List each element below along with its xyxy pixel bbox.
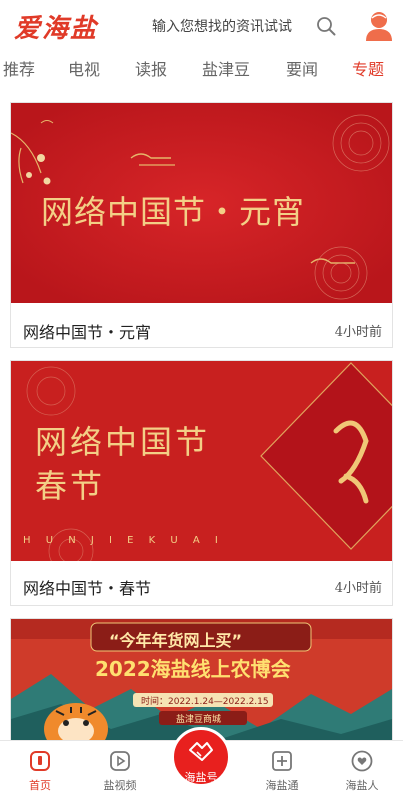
nav-label: 海盐人 — [345, 779, 379, 792]
plus-square-icon — [272, 751, 292, 771]
tab-newspaper[interactable]: 读报 — [135, 56, 167, 80]
nav-label: 盐视频 — [103, 779, 137, 792]
card-banner-image: 网络中国节 春节 H U N J I E K U A I — [11, 361, 392, 561]
card-caption[interactable]: 网络中国节・元宵 — [23, 319, 151, 343]
nav-home[interactable]: 首页 — [5, 741, 75, 800]
tab-headlines[interactable]: 要闻 — [286, 56, 318, 80]
nav-label: 海盐通 — [265, 779, 299, 792]
user-avatar-icon[interactable] — [364, 10, 394, 42]
bottom-navigation: 首页 盐视频 海盐号 海盐通 海盐人 — [0, 727, 403, 800]
banner-slogan: “今年年货网上买” — [109, 631, 243, 650]
news-card[interactable]: 网络中国节 春节 H U N J I E K U A I 网络中国节・春节 4小… — [10, 360, 393, 606]
card-time: 4小时前 — [334, 581, 382, 596]
card-caption[interactable]: 网络中国节・春节 — [23, 575, 151, 599]
news-card[interactable]: “今年年货网上买” 2022海盐线上农博会 时间：2022.1.24—2022.… — [10, 618, 393, 740]
banner-subtitle: 春节 — [35, 467, 106, 505]
search-icon[interactable] — [316, 16, 336, 36]
app-logo[interactable]: 爱海盐 — [14, 8, 98, 45]
card-time: 4小时前 — [334, 325, 382, 340]
banner-title: 网络中国节 — [35, 423, 211, 461]
banner-title: 2022海盐线上农博会 — [95, 657, 291, 681]
tab-special[interactable]: 专题 — [352, 56, 384, 80]
news-card[interactable]: 网络中国节・元宵 网络中国节・元宵 4小时前 — [10, 102, 393, 348]
category-tabs: 推荐 电视 读报 盐津豆 要闻 专题 — [0, 56, 403, 90]
tab-yanjindou[interactable]: 盐津豆 — [202, 56, 250, 80]
heart-circle-icon — [351, 750, 373, 772]
nav-video[interactable]: 盐视频 — [85, 741, 155, 800]
banner-dates: 时间：2022.1.24—2022.2.15 — [141, 697, 269, 707]
nav-haiyanren[interactable]: 海盐人 — [327, 741, 397, 800]
video-play-icon — [110, 751, 130, 771]
handshake-icon — [189, 742, 213, 761]
nav-haiyantong[interactable]: 海盐通 — [247, 741, 317, 800]
home-icon — [30, 751, 50, 771]
banner-title: 网络中国节・元宵 — [41, 193, 306, 231]
banner-tag: 盐津豆商城 — [176, 715, 222, 725]
news-feed[interactable]: 网络中国节・元宵 网络中国节・元宵 4小时前 网络中国节 春节 H U N J … — [0, 98, 403, 740]
tab-tv[interactable]: 电视 — [68, 56, 100, 80]
tab-recommend[interactable]: 推荐 — [3, 56, 35, 80]
nav-label: 海盐号 — [184, 771, 218, 784]
app-header: 爱海盐 输入您想找的资讯试试 — [0, 0, 403, 52]
search-input[interactable]: 输入您想找的资讯试试 — [152, 16, 292, 36]
card-banner-image: 网络中国节・元宵 — [11, 103, 392, 303]
card-banner-image: “今年年货网上买” 2022海盐线上农博会 时间：2022.1.24—2022.… — [11, 619, 392, 740]
nav-label: 首页 — [29, 779, 51, 792]
banner-pinyin: H U N J I E K U A I — [23, 535, 224, 546]
